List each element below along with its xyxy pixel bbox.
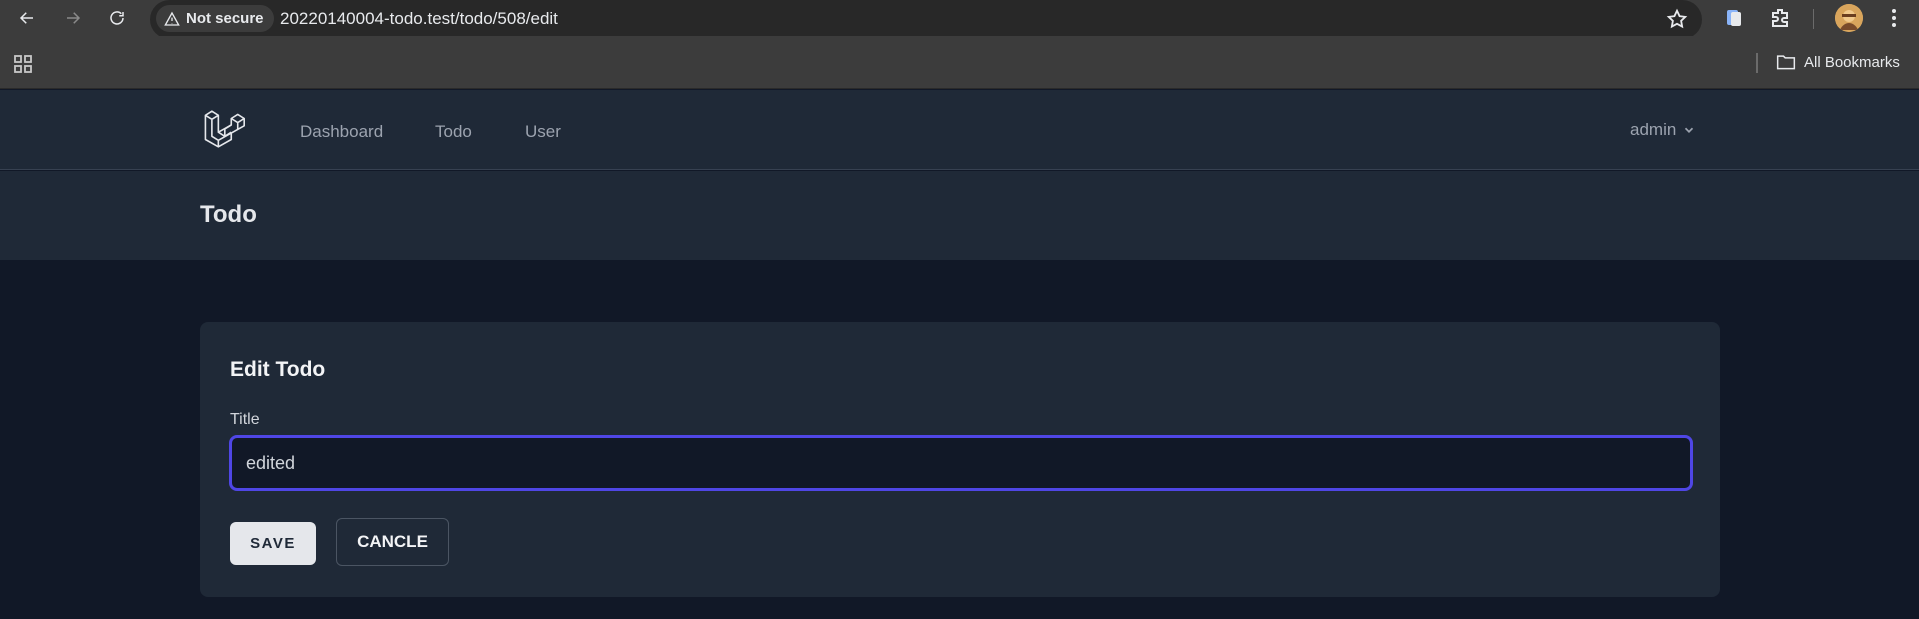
extension-icon <box>1727 10 1741 26</box>
bookmarks-divider <box>1756 53 1758 73</box>
page-header: Todo <box>0 171 1919 261</box>
security-chip[interactable]: Not secure <box>156 5 274 32</box>
more-icon <box>1892 9 1896 27</box>
card-title: Edit Todo <box>230 358 326 381</box>
back-button[interactable] <box>13 4 41 32</box>
laravel-logo-icon[interactable] <box>203 108 245 150</box>
folder-icon <box>1776 55 1796 70</box>
forward-icon <box>67 12 81 24</box>
toolbar-divider <box>1813 9 1814 29</box>
user-name: admin <box>1630 120 1677 139</box>
nav-link-todo[interactable]: Todo <box>435 122 472 142</box>
user-menu-button[interactable]: admin <box>1630 120 1696 140</box>
save-button[interactable]: SAVE <box>230 522 316 565</box>
title-input[interactable] <box>230 436 1692 490</box>
nav-link-user[interactable]: User <box>525 122 561 142</box>
bookmarks-bar <box>0 36 1919 89</box>
url-text[interactable]: 20220140004-todo.test/todo/508/edit <box>280 9 558 29</box>
star-icon[interactable] <box>1666 8 1688 30</box>
reload-icon <box>110 11 124 25</box>
chevron-down-icon <box>1685 127 1694 133</box>
security-label: Not secure <box>186 10 264 27</box>
browser-toolbar: Not secure 20220140004-todo.test/todo/50… <box>0 0 1919 39</box>
all-bookmarks-label: All Bookmarks <box>1804 53 1900 71</box>
avatar[interactable] <box>1835 4 1863 32</box>
all-bookmarks-button[interactable]: All Bookmarks <box>1776 53 1900 71</box>
nav-link-dashboard[interactable]: Dashboard <box>300 122 383 142</box>
extension-button[interactable] <box>1722 6 1746 30</box>
apps-icon[interactable] <box>13 54 33 74</box>
back-icon <box>19 12 33 24</box>
menu-button[interactable] <box>1882 6 1906 30</box>
edit-todo-card: Edit Todo Title SAVE CANCLE <box>200 322 1720 597</box>
title-label: Title <box>230 411 260 428</box>
profile-icon <box>1835 4 1863 32</box>
app-navbar: Dashboard Todo User admin <box>0 90 1919 170</box>
cancel-button[interactable]: CANCLE <box>336 518 449 566</box>
extensions-button[interactable] <box>1768 6 1792 30</box>
reload-button[interactable] <box>103 4 131 32</box>
puzzle-icon <box>1772 9 1788 27</box>
forward-button[interactable] <box>59 4 87 32</box>
warning-icon <box>164 11 180 26</box>
page-title: Todo <box>200 201 257 228</box>
address-bar[interactable]: Not secure 20220140004-todo.test/todo/50… <box>150 0 1702 39</box>
